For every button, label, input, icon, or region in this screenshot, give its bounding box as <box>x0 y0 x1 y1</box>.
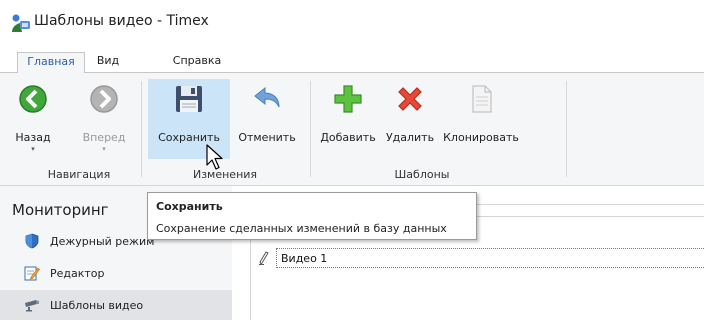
ribbon-toolbar: Назад ▾ Вперед ▾ Навигация Сохранить Отм… <box>0 73 704 186</box>
floppy-disk-icon <box>176 86 202 112</box>
mouse-pointer-icon <box>206 144 223 170</box>
sidebar-item-label: Шаблоны видео <box>50 299 144 312</box>
edit-icon <box>24 266 40 281</box>
window-title: Шаблоны видео - Timex <box>34 13 209 29</box>
save-tooltip: Сохранить Сохранение сделанных изменений… <box>147 192 477 240</box>
undo-button[interactable]: Отменить <box>234 79 300 159</box>
ribbon-tab-bar: Главная Вид Справка <box>0 46 704 74</box>
tab-home[interactable]: Главная <box>17 52 85 74</box>
forward-arrow-icon <box>90 85 118 113</box>
tab-view[interactable]: Вид <box>88 52 128 73</box>
table-row[interactable] <box>250 246 704 270</box>
pencil-icon <box>259 251 269 265</box>
sidebar-item-label: Дежурный режим <box>50 235 155 248</box>
sidebar-item-label: Редактор <box>50 267 105 280</box>
sidebar-item-video-templates[interactable]: Шаблоны видео <box>0 290 232 320</box>
document-icon <box>472 85 492 113</box>
tab-help[interactable]: Справка <box>166 52 228 73</box>
red-x-icon <box>398 87 422 111</box>
forward-button[interactable]: Вперед ▾ <box>78 79 130 159</box>
group-label-templates: Шаблоны <box>394 168 450 181</box>
undo-arrow-icon <box>254 86 280 108</box>
back-dropdown-icon[interactable]: ▾ <box>14 145 52 153</box>
shield-icon <box>25 233 39 249</box>
clone-label: Клонировать <box>443 131 519 144</box>
green-plus-icon <box>334 85 362 113</box>
title-bar: Шаблоны видео - Timex <box>0 0 704 46</box>
sidebar-item-editor[interactable]: Редактор <box>0 258 232 289</box>
add-label: Добавить <box>320 131 376 144</box>
group-separator <box>310 81 311 177</box>
tooltip-body: Сохранение сделанных изменений в базу да… <box>156 222 447 235</box>
back-label: Назад <box>15 131 51 144</box>
back-arrow-icon <box>19 85 47 113</box>
tooltip-title: Сохранить <box>156 200 223 213</box>
group-label-navigation: Навигация <box>47 168 111 181</box>
forward-dropdown-icon[interactable]: ▾ <box>78 145 130 153</box>
template-name-field[interactable] <box>276 248 704 268</box>
forward-label: Вперед <box>82 131 126 144</box>
delete-label: Удалить <box>385 131 435 144</box>
undo-label: Отменить <box>238 131 296 144</box>
group-separator <box>566 81 567 177</box>
add-button[interactable]: Добавить <box>320 79 376 159</box>
delete-button[interactable]: Удалить <box>384 79 436 159</box>
sidebar-title: Мониторинг <box>12 201 109 219</box>
group-separator <box>141 81 142 177</box>
clone-button[interactable]: Клонировать <box>440 79 522 159</box>
camera-icon <box>25 300 39 312</box>
app-logo-icon <box>12 14 30 32</box>
back-button[interactable]: Назад ▾ <box>14 79 52 159</box>
